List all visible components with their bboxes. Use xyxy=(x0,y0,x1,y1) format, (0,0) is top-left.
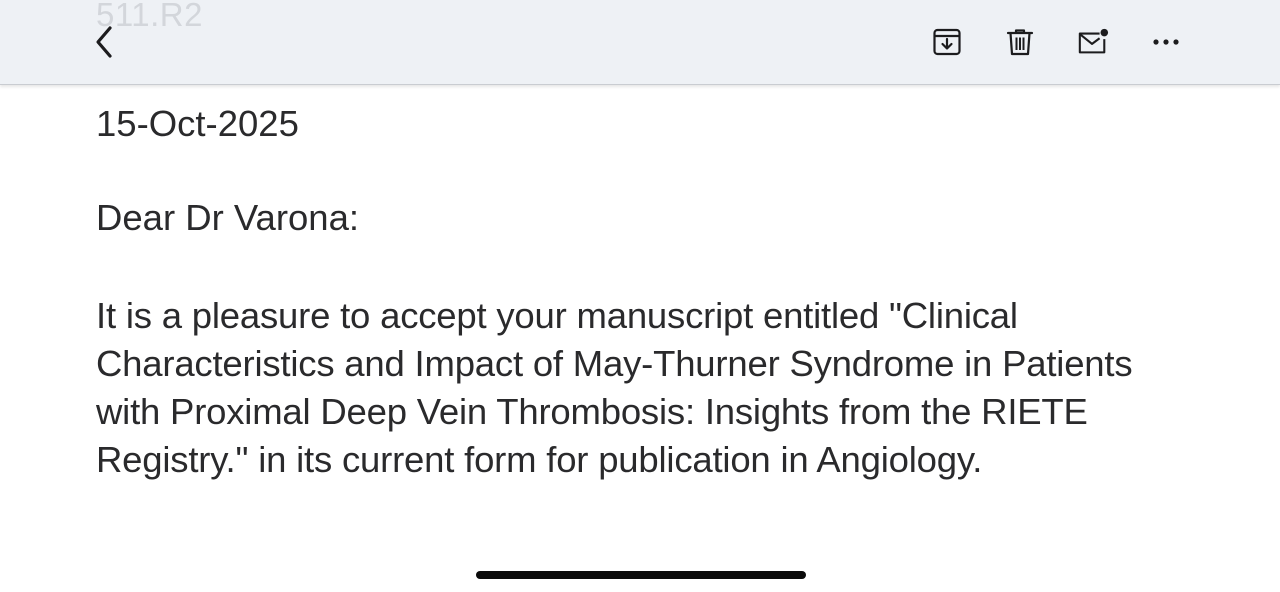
message-greeting: Dear Dr Varona: xyxy=(96,197,360,238)
delete-button[interactable] xyxy=(1004,26,1036,58)
top-toolbar: 511.R2 xyxy=(0,0,1280,85)
message-date: 15-Oct-2025 xyxy=(96,103,299,144)
archive-tray-icon xyxy=(933,28,961,56)
archive-button[interactable] xyxy=(931,26,963,58)
more-dots-icon xyxy=(1153,39,1179,45)
chevron-left-icon xyxy=(96,26,112,58)
mark-unread-icon xyxy=(1078,28,1109,54)
message-body: 15-Oct-2025 Dear Dr Varona: It is a plea… xyxy=(96,96,1206,484)
back-button[interactable] xyxy=(88,24,120,60)
message-paragraph: It is a pleasure to accept your manuscri… xyxy=(96,295,1133,480)
more-options-button[interactable] xyxy=(1150,26,1182,58)
mark-unread-button[interactable] xyxy=(1077,26,1109,58)
email-screen: 511.R2 15-Oct-2025 Dear Dr Varona: It is… xyxy=(0,0,1280,592)
trash-icon xyxy=(1006,29,1034,56)
home-indicator[interactable] xyxy=(476,571,806,579)
